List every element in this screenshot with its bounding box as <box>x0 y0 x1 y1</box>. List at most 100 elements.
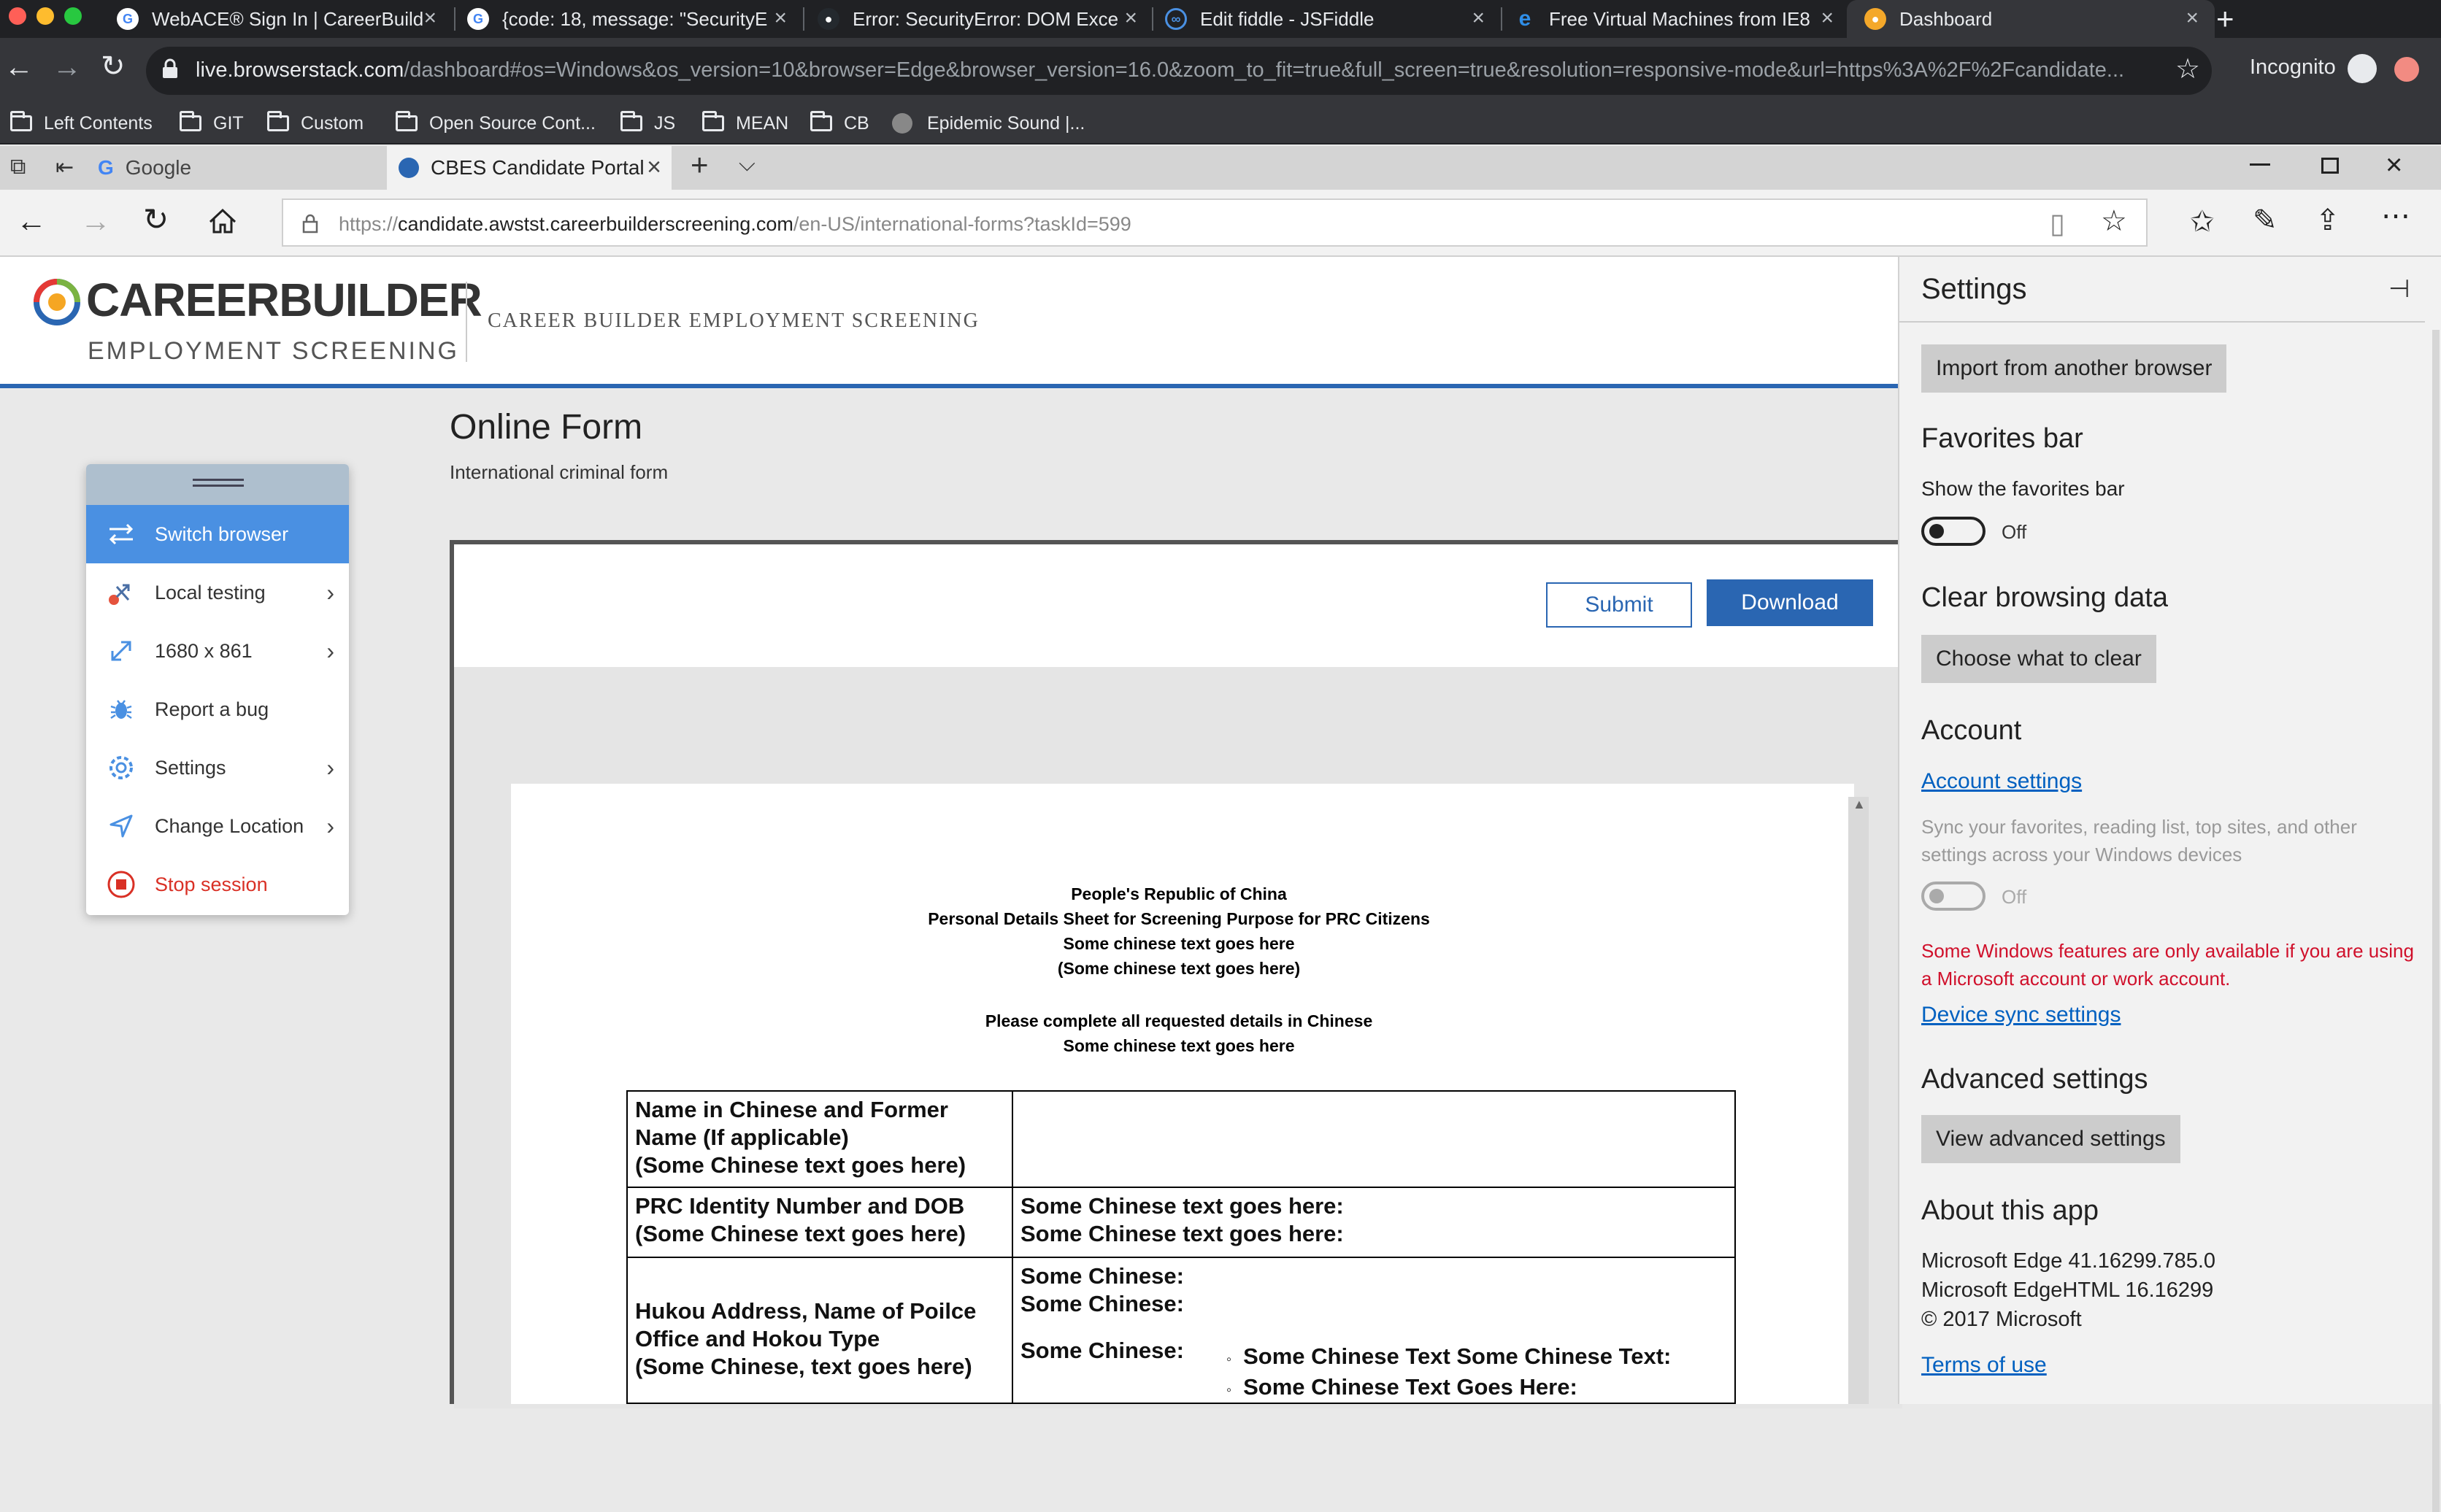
close-tab-icon[interactable]: × <box>647 153 661 182</box>
bookmark-folder[interactable]: Left Contents <box>10 102 153 144</box>
account-settings-link[interactable]: Account settings <box>1921 769 2082 794</box>
choose-what-to-clear-button[interactable]: Choose what to clear <box>1921 635 2156 683</box>
new-tab-icon[interactable]: + <box>691 147 709 182</box>
bookmark-folder[interactable]: JS <box>620 102 675 144</box>
tab-preview-icon[interactable]: ⧉ <box>10 155 26 180</box>
local-testing-item[interactable]: Local testing › <box>86 563 349 622</box>
download-button[interactable]: Download <box>1707 579 1873 626</box>
import-button[interactable]: Import from another browser <box>1921 344 2227 393</box>
reading-view-icon[interactable]: ▯ <box>2050 207 2065 240</box>
home-icon[interactable] <box>207 206 238 240</box>
back-icon[interactable]: ← <box>16 206 47 236</box>
table-cell-value[interactable] <box>1012 1090 1736 1188</box>
edge-address-bar[interactable]: https://candidate.awstst.careerbuildersc… <box>282 198 2148 247</box>
close-tab-icon[interactable]: × <box>2186 6 2199 31</box>
chrome-tab[interactable]: G WebACE® Sign In | CareerBuild × <box>117 0 453 38</box>
close-tab-icon[interactable]: × <box>1821 6 1834 31</box>
settings-divider <box>1899 321 2425 323</box>
refresh-icon[interactable]: ↻ <box>143 204 169 235</box>
about-copyright: © 2017 Microsoft <box>1921 1308 2082 1331</box>
menu-item-label: Change Location <box>155 814 304 837</box>
more-icon[interactable]: ⋯ <box>2381 201 2410 231</box>
reload-icon[interactable]: ↻ <box>101 50 126 83</box>
site-header: CAREERBUILDER EMPLOYMENT SCREENING CAREE… <box>0 257 1898 388</box>
chevron-right-icon: › <box>326 813 334 839</box>
tab-separator <box>803 7 804 31</box>
bookmark-folder[interactable]: GIT <box>180 102 244 144</box>
minimize-icon[interactable] <box>2250 163 2270 166</box>
submit-button[interactable]: Submit <box>1546 582 1692 628</box>
pdf-scrollbar[interactable]: ▲ <box>1848 797 1869 1404</box>
tab-separator <box>454 7 455 31</box>
stop-session-item[interactable]: Stop session <box>86 855 349 914</box>
list-item: ◦ Some Chinese Text Some Chinese Text: <box>1226 1343 1671 1373</box>
share-icon[interactable]: ⇪ <box>2315 206 2340 235</box>
change-location-item[interactable]: Change Location › <box>86 797 349 855</box>
about-heading: About this app <box>1921 1195 2099 1226</box>
table-cell-label: Name in Chinese and Former Name (If appl… <box>626 1090 1013 1188</box>
table-cell-value[interactable]: Some Chinese text goes here: Some Chines… <box>1012 1187 1736 1258</box>
resolution-item[interactable]: 1680 x 861 › <box>86 622 349 680</box>
pin-icon[interactable]: ⊣ <box>2388 274 2410 304</box>
edge-tab-active[interactable]: CBES Candidate Portal × <box>387 146 672 190</box>
chrome-address-bar[interactable]: live.browserstack.com/dashboard#os=Windo… <box>146 47 2212 95</box>
cell-text: Some Chinese Text Some Chinese Text: <box>1243 1343 1672 1369</box>
bookmark-folder[interactable]: CB <box>810 102 869 144</box>
menu-drag-handle[interactable] <box>86 464 349 505</box>
bookmark-folder[interactable]: MEAN <box>702 102 788 144</box>
forward-icon[interactable]: → <box>80 206 111 236</box>
settings-scrollbar[interactable] <box>2432 330 2440 1512</box>
chrome-tab[interactable]: e Free Virtual Machines from IE8 × <box>1514 0 1850 38</box>
edge-tab[interactable]: G Google <box>98 146 384 190</box>
chrome-tab-active[interactable]: ● Dashboard × <box>1847 0 2215 38</box>
favorites-hub-icon[interactable]: ✩ <box>2190 207 2215 236</box>
about-version: Microsoft Edge 41.16299.785.0 <box>1921 1249 2216 1273</box>
bookmark-link[interactable]: Epidemic Sound |... <box>892 102 1085 144</box>
set-aside-tabs-icon[interactable]: ⇤ <box>55 155 74 180</box>
terms-of-use-link[interactable]: Terms of use <box>1921 1353 2047 1378</box>
zoom-window-button[interactable] <box>64 7 82 25</box>
doc-heading: Some chinese text goes here <box>1063 934 1295 953</box>
forward-icon[interactable]: → <box>53 51 82 84</box>
new-tab-icon[interactable]: + <box>2216 1 2234 36</box>
edge-url: https://candidate.awstst.careerbuildersc… <box>339 213 1131 236</box>
settings-item[interactable]: Settings › <box>86 738 349 797</box>
report-bug-item[interactable]: Report a bug <box>86 680 349 738</box>
chrome-tab[interactable]: ∞ Edit fiddle - JSFiddle × <box>1165 0 1501 38</box>
chevron-down-icon[interactable]: ⌵ <box>739 152 756 177</box>
page-subtitle: International criminal form <box>450 461 669 483</box>
chrome-tab[interactable]: G {code: 18, message: "SecurityE × <box>467 0 803 38</box>
maximize-icon[interactable] <box>2321 158 2339 174</box>
close-window-button[interactable] <box>9 7 26 25</box>
close-tab-icon[interactable]: × <box>1124 6 1137 31</box>
bookmark-star-icon[interactable]: ☆ <box>2175 53 2200 85</box>
folder-icon <box>267 111 289 131</box>
pen-icon[interactable]: ✎ <box>2253 206 2277 235</box>
close-window-icon[interactable]: × <box>2386 149 2402 182</box>
favorites-toggle[interactable] <box>1921 517 1986 546</box>
github-icon: ● <box>818 8 839 30</box>
switch-browser-item[interactable]: Switch browser <box>86 505 349 563</box>
tab-title: WebACE® Sign In | CareerBuild <box>152 7 424 30</box>
favorite-star-icon[interactable]: ☆ <box>2101 204 2127 238</box>
chrome-tab[interactable]: ● Error: SecurityError: DOM Exce × <box>818 0 1153 38</box>
close-tab-icon[interactable]: × <box>1472 6 1485 31</box>
close-tab-icon[interactable]: × <box>774 6 787 31</box>
gear-icon <box>105 752 137 784</box>
view-advanced-settings-button[interactable]: View advanced settings <box>1921 1115 2180 1163</box>
bookmark-folder[interactable]: Open Source Cont... <box>396 102 596 144</box>
close-tab-icon[interactable]: × <box>423 6 437 31</box>
google-icon: G <box>98 156 114 179</box>
minimize-window-button[interactable] <box>36 7 54 25</box>
update-icon[interactable] <box>2394 57 2419 82</box>
advanced-heading: Advanced settings <box>1921 1064 2148 1095</box>
back-icon[interactable]: ← <box>4 51 34 84</box>
bookmark-folder[interactable]: Custom <box>267 102 364 144</box>
device-sync-link[interactable]: Device sync settings <box>1921 1003 2121 1027</box>
doc-instruction: Some chinese text goes here <box>1063 1036 1295 1055</box>
scroll-up-icon[interactable]: ▲ <box>1853 797 1866 812</box>
doc-heading: People's Republic of China <box>1071 884 1287 903</box>
browserstack-icon: ● <box>1864 8 1886 30</box>
table-cell-value[interactable]: Some Chinese: Some Chinese: Some Chinese… <box>1012 1257 1736 1404</box>
incognito-icon[interactable] <box>2348 54 2377 83</box>
